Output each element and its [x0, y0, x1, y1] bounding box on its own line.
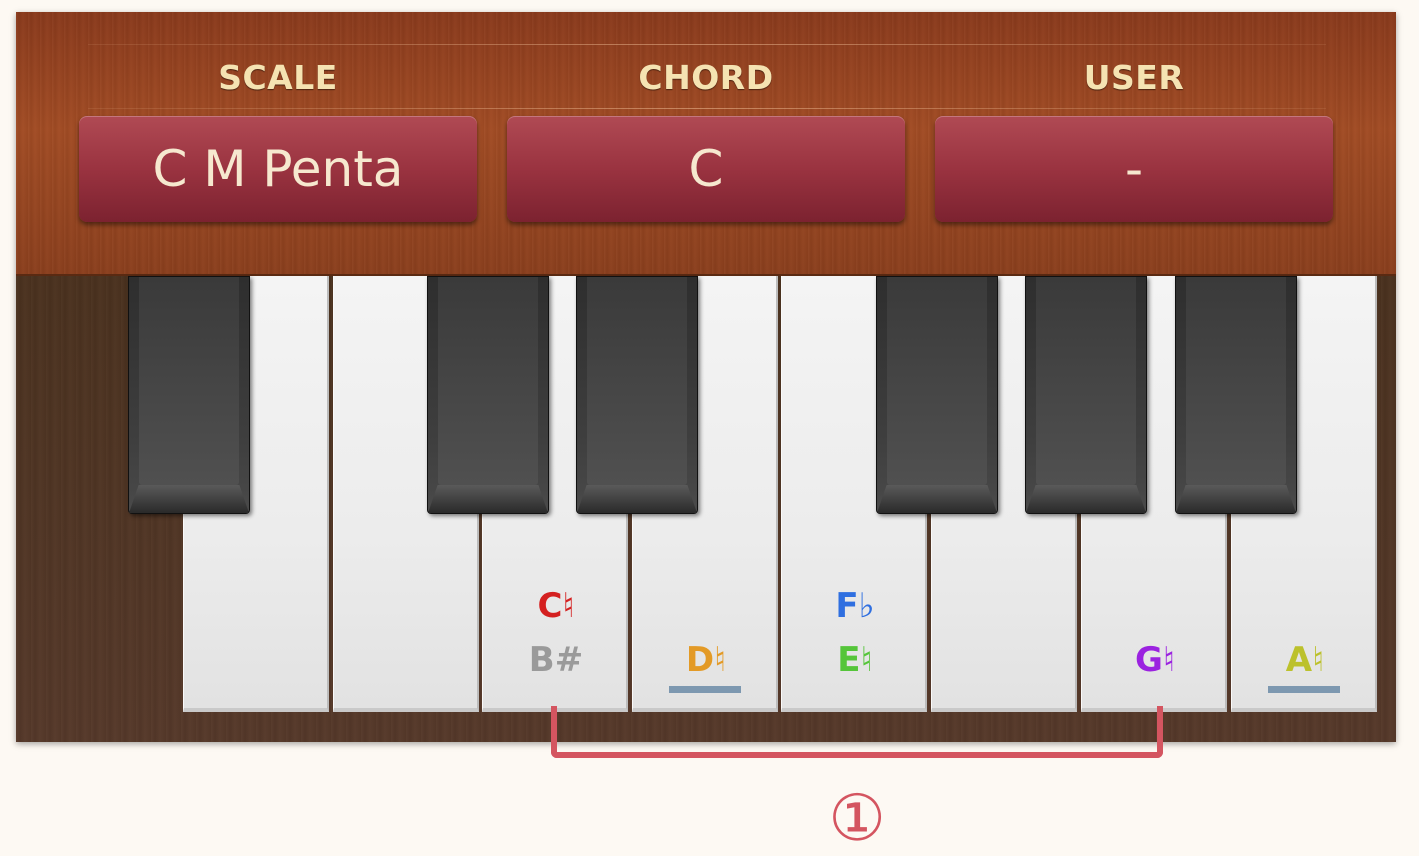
- chord-label: CHORD: [638, 58, 774, 97]
- divider-bottom: [88, 108, 1326, 109]
- note-label-bottom: A♮: [1285, 640, 1325, 680]
- range-bracket: [551, 706, 1163, 758]
- note-label-top: C♮: [537, 586, 575, 626]
- note-label-bottom: E♮: [837, 640, 873, 680]
- note-label-bottom: B#: [528, 640, 584, 680]
- black-key[interactable]: [1175, 276, 1297, 514]
- note-label-bottom: G♮: [1134, 640, 1176, 680]
- scale-label: SCALE: [218, 58, 338, 97]
- divider-top: [88, 44, 1326, 45]
- header-panel: SCALE CHORD USER C M Penta C -: [16, 12, 1396, 276]
- black-key[interactable]: [576, 276, 698, 514]
- annotation-marker: ①: [828, 782, 886, 856]
- keyboard-app: SCALE CHORD USER C M Penta C - C♮ B# D♮ F…: [16, 12, 1396, 742]
- black-key[interactable]: [128, 276, 250, 514]
- user-button[interactable]: -: [935, 116, 1333, 222]
- piano-keyboard: C♮ B# D♮ F♭ E♮ G♮ A♮: [16, 276, 1396, 742]
- note-label-top: F♭: [835, 586, 875, 626]
- black-key[interactable]: [876, 276, 998, 514]
- black-key[interactable]: [1025, 276, 1147, 514]
- chord-button[interactable]: C: [507, 116, 905, 222]
- scale-button[interactable]: C M Penta: [79, 116, 477, 222]
- user-label: USER: [1083, 58, 1185, 97]
- black-key[interactable]: [427, 276, 549, 514]
- note-label-bottom: D♮: [685, 640, 727, 680]
- note-underline: [669, 686, 741, 693]
- note-underline: [1268, 686, 1340, 693]
